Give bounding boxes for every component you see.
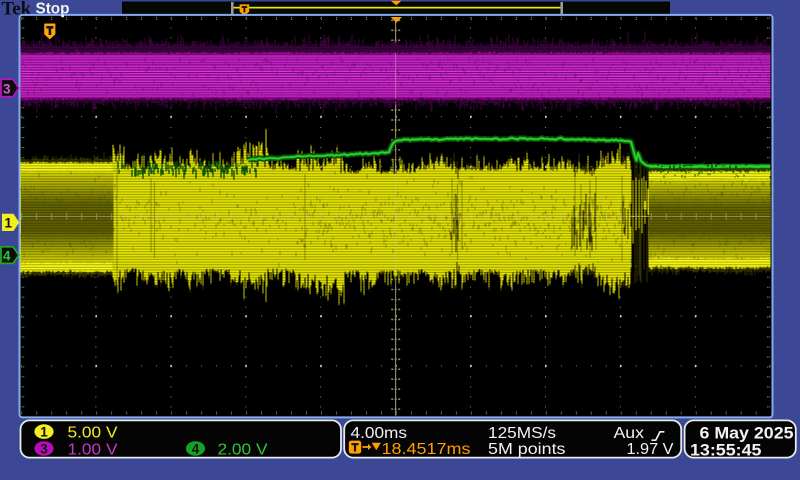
svg-text:1: 1 <box>4 216 12 231</box>
svg-text:5M points: 5M points <box>488 441 566 458</box>
svg-text:2.00 V: 2.00 V <box>218 441 268 458</box>
svg-text:3: 3 <box>40 441 48 456</box>
svg-text:4: 4 <box>3 248 11 263</box>
svg-text:5.00 V: 5.00 V <box>68 425 118 442</box>
svg-text:6 May 2025: 6 May 2025 <box>700 423 794 442</box>
svg-text:3: 3 <box>3 81 11 96</box>
svg-text:18.4517ms: 18.4517ms <box>382 441 471 458</box>
svg-text:1.97 V: 1.97 V <box>627 441 674 458</box>
svg-text:125MS/s: 125MS/s <box>488 425 556 442</box>
svg-text:4.00ms: 4.00ms <box>351 425 408 442</box>
svg-text:1: 1 <box>40 424 48 439</box>
svg-text:1.00 V: 1.00 V <box>68 441 118 458</box>
svg-text:Aux: Aux <box>614 425 645 442</box>
svg-text:13:55:45: 13:55:45 <box>690 441 762 460</box>
svg-text:4: 4 <box>192 441 200 456</box>
